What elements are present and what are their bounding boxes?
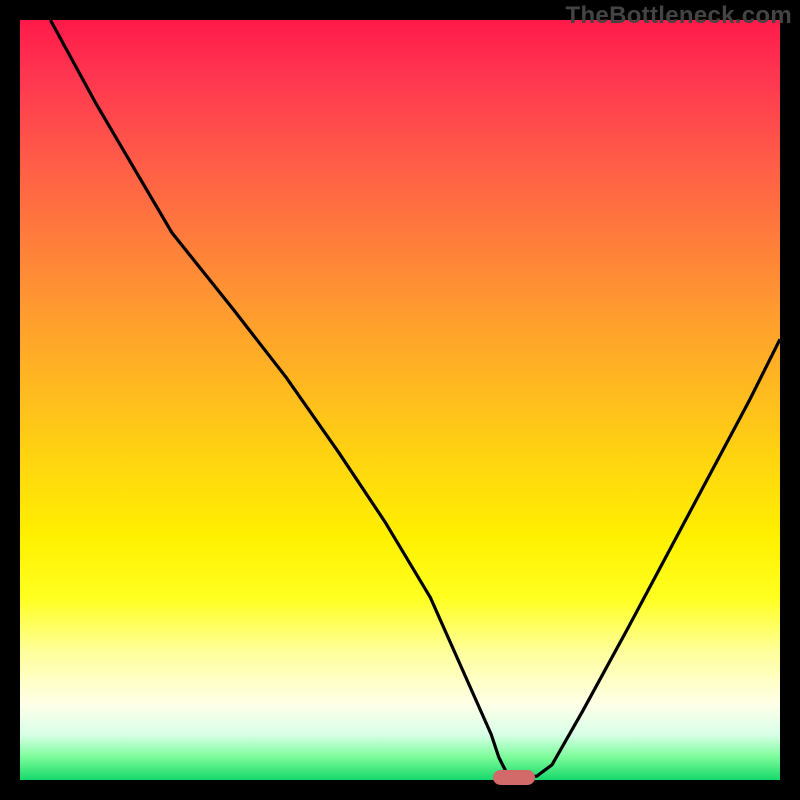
bottleneck-curve-path <box>50 20 780 776</box>
optimum-marker <box>493 770 535 785</box>
watermark-text: TheBottleneck.com <box>566 2 792 30</box>
bottleneck-curve-svg <box>20 20 780 780</box>
